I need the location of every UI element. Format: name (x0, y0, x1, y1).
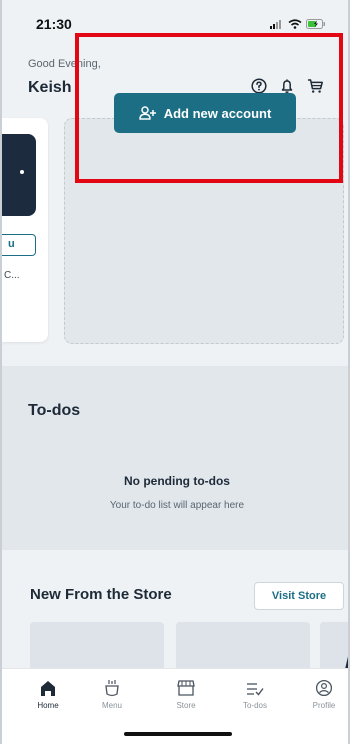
tab-todos-label: To-dos (242, 701, 267, 710)
account-card-partial[interactable]: u C... (2, 118, 48, 342)
bottom-tab-bar: Home Menu Store To-dos Profile (2, 668, 348, 744)
tab-profile-label: Profile (312, 701, 336, 710)
store-icon (177, 680, 195, 696)
add-new-account-label: Add new account (163, 105, 272, 121)
battery-icon (306, 19, 325, 29)
home-icon (41, 681, 55, 696)
signal-icon (270, 20, 281, 29)
status-icons (270, 19, 326, 29)
todos-empty-title: No pending to-dos (124, 474, 230, 488)
tab-store[interactable]: Store (161, 679, 211, 710)
wifi-icon (288, 19, 302, 29)
tab-home-label: Home (37, 701, 59, 710)
add-new-account-button[interactable]: Add new account (114, 93, 296, 133)
app-screen: 21:30 Good Evening, Keish u C... Add new… (0, 0, 350, 744)
card-dot (20, 170, 24, 174)
visit-store-button[interactable]: Visit Store (254, 582, 344, 610)
add-user-icon (138, 106, 156, 120)
tab-menu[interactable]: Menu (87, 679, 137, 710)
todos-section: To-dos No pending to-dos Your to-do list… (2, 366, 348, 550)
tab-menu-label: Menu (101, 701, 122, 710)
store-title: New From the Store (30, 586, 172, 603)
tab-todos[interactable]: To-dos (230, 679, 280, 710)
tab-store-label: Store (176, 701, 196, 710)
todos-icon (247, 683, 264, 696)
account-card-image (2, 134, 36, 216)
tab-home[interactable]: Home (23, 679, 73, 710)
todos-empty-subtitle: Your to-do list will appear here (109, 500, 245, 511)
account-card-text: C... (4, 270, 20, 281)
profile-icon (315, 679, 333, 697)
home-indicator (124, 732, 232, 736)
status-time: 21:30 (36, 16, 72, 32)
menu-icon (105, 680, 119, 697)
todos-title: To-dos (28, 402, 81, 419)
tab-profile[interactable]: Profile (299, 679, 348, 710)
account-card-button[interactable]: u (2, 234, 36, 256)
